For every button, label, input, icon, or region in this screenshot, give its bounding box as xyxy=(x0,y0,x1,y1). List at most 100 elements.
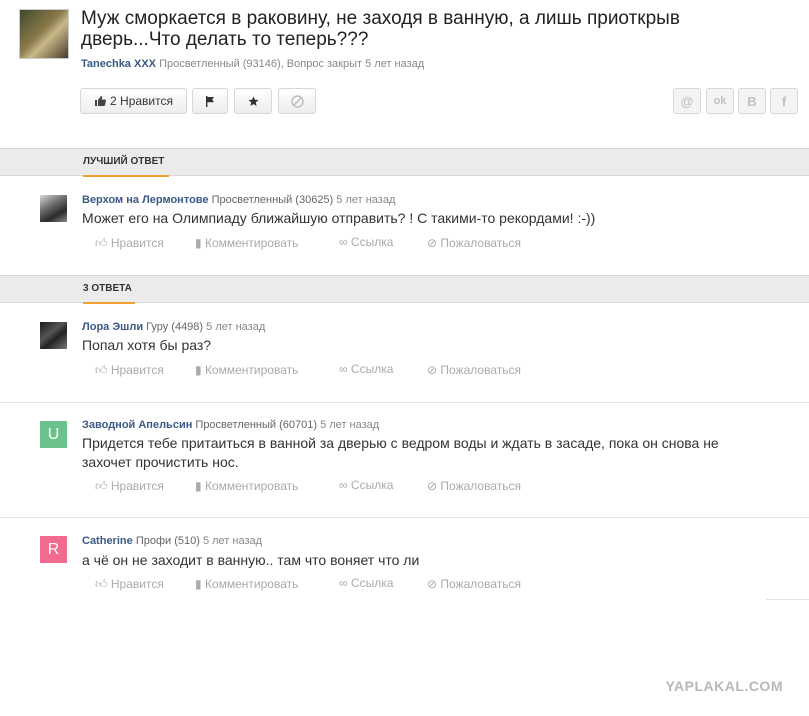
link-action-label: Ссылка xyxy=(350,478,394,492)
thumbs-up-icon: 👍︎ xyxy=(95,577,108,591)
report-icon: ⊘ xyxy=(427,577,438,591)
favorite-button[interactable] xyxy=(234,88,272,114)
answer-divider xyxy=(766,599,809,600)
section-accent-underline xyxy=(83,302,135,304)
like-button-label: 2 Нравится xyxy=(110,94,173,108)
question-author-meta: Просветленный (93146), Вопрос закрыт 5 л… xyxy=(159,58,425,70)
comment-action-label: Комментировать xyxy=(204,363,299,377)
answer-author-link[interactable]: Лора Эшли xyxy=(82,321,143,333)
link-action-label: Ссылка xyxy=(350,362,394,376)
link-action-label: Ссылка xyxy=(350,576,394,590)
comment-icon: ▮ xyxy=(195,479,202,493)
best-answer-meta: Верхом на Лермонтове Просветленный (3062… xyxy=(82,194,395,206)
comment-action[interactable]: ▮ Комментировать xyxy=(195,363,298,377)
question-author-avatar[interactable] xyxy=(19,9,69,59)
thumbs-up-icon xyxy=(94,95,106,107)
comment-icon: ▮ xyxy=(195,363,202,377)
link-icon: ∞ xyxy=(339,235,348,249)
link-icon: ∞ xyxy=(339,362,348,376)
report-action-label: Пожаловаться xyxy=(440,363,521,377)
best-answer-avatar[interactable] xyxy=(40,195,67,222)
answer-rank: Профи (510) xyxy=(135,535,200,547)
comment-action-label: Комментировать xyxy=(204,577,299,591)
best-answer-section-bar: ЛУЧШИЙ ОТВЕТ xyxy=(0,148,809,177)
share-facebook-button[interactable]: f xyxy=(770,88,798,114)
thumbs-up-icon: 👍︎ xyxy=(95,236,108,250)
comment-icon: ▮ xyxy=(195,236,202,250)
link-action-label: Ссылка xyxy=(350,235,394,249)
comment-icon: ▮ xyxy=(195,577,202,591)
like-action-label: Нравится xyxy=(110,577,164,591)
answer-meta: Лора Эшли Гуру (4498) 5 лет назад xyxy=(82,321,265,333)
best-answer-text: Может его на Олимпиаду ближайшую отправи… xyxy=(82,210,596,226)
report-action[interactable]: ⊘ Пожаловаться xyxy=(427,479,521,493)
facebook-icon: f xyxy=(781,93,787,109)
comment-action[interactable]: ▮ Комментировать xyxy=(195,479,298,493)
answer-avatar[interactable]: R xyxy=(40,536,67,563)
best-answer-heading: ЛУЧШИЙ ОТВЕТ xyxy=(83,156,165,167)
report-action-label: Пожаловаться xyxy=(440,236,521,250)
like-action[interactable]: 👍︎ Нравится xyxy=(95,479,164,494)
answer-divider xyxy=(0,517,809,518)
best-answer-author-link[interactable]: Верхом на Лермонтове xyxy=(82,194,209,206)
watermark-logo: YAPLAKAL.COM xyxy=(665,678,783,694)
answer-avatar[interactable] xyxy=(40,322,67,349)
report-action[interactable]: ⊘ Пожаловаться xyxy=(427,236,521,250)
answer-rank: Просветленный (60701) xyxy=(195,419,318,431)
report-icon: ⊘ xyxy=(427,236,438,250)
answers-heading: 3 ОТВЕТА xyxy=(83,283,132,294)
report-action[interactable]: ⊘ Пожаловаться xyxy=(427,363,521,377)
link-action[interactable]: ∞ Ссылка xyxy=(339,478,393,492)
share-mail-button[interactable]: @ xyxy=(673,88,701,114)
like-action-label: Нравится xyxy=(110,479,164,493)
flag-button[interactable] xyxy=(192,88,228,114)
report-action[interactable]: ⊘ Пожаловаться xyxy=(427,577,521,591)
report-icon: ⊘ xyxy=(427,363,438,377)
answer-meta: Catherine Профи (510) 5 лет назад xyxy=(82,535,262,547)
share-odnoklassniki-button[interactable]: ok xyxy=(706,88,734,114)
comment-action-label: Комментировать xyxy=(204,236,299,250)
section-accent-underline xyxy=(83,175,169,177)
question-author-link[interactable]: Tanechka XXX xyxy=(81,58,156,70)
comment-action[interactable]: ▮ Комментировать xyxy=(195,236,298,250)
answer-avatar[interactable]: U xyxy=(40,421,67,448)
like-action-label: Нравится xyxy=(110,363,164,377)
like-action[interactable]: 👍︎ Нравится xyxy=(95,236,164,251)
comment-action[interactable]: ▮ Комментировать xyxy=(195,577,298,591)
answer-time: 5 лет назад xyxy=(320,419,380,431)
report-action-label: Пожаловаться xyxy=(440,577,521,591)
link-action[interactable]: ∞ Ссылка xyxy=(339,235,393,249)
answer-author-link[interactable]: Заводной Апельсин xyxy=(82,419,192,431)
answer-text: Придется тебе притаиться в ванной за две… xyxy=(82,435,719,470)
thumbs-up-icon: 👍︎ xyxy=(95,363,108,377)
answer-meta: Заводной Апельсин Просветленный (60701) … xyxy=(82,419,379,431)
like-action[interactable]: 👍︎ Нравится xyxy=(95,577,164,592)
question-title: Муж сморкается в раковину, не заходя в в… xyxy=(81,8,680,50)
answers-section-bar: 3 ОТВЕТА xyxy=(0,275,809,304)
share-vk-button[interactable]: В xyxy=(738,88,766,114)
answer-text: Попал хотя бы раз? xyxy=(82,337,212,353)
answer-time: 5 лет назад xyxy=(206,321,266,333)
question-meta: Tanechka XXX Просветленный (93146), Вопр… xyxy=(81,58,424,70)
vk-icon: В xyxy=(747,93,757,109)
at-icon: @ xyxy=(680,93,694,109)
comment-action-label: Комментировать xyxy=(204,479,299,493)
report-action-label: Пожаловаться xyxy=(440,479,521,493)
link-action[interactable]: ∞ Ссылка xyxy=(339,362,393,376)
answer-text: а чё он не заходит в ванную.. там что во… xyxy=(82,552,420,568)
block-icon xyxy=(290,94,304,108)
like-action-label: Нравится xyxy=(110,236,164,250)
link-icon: ∞ xyxy=(339,576,348,590)
link-action[interactable]: ∞ Ссылка xyxy=(339,576,393,590)
best-answer-rank: Просветленный (30625) xyxy=(211,194,334,206)
flag-icon xyxy=(205,95,215,107)
like-button[interactable]: 2 Нравится xyxy=(80,88,187,114)
link-icon: ∞ xyxy=(339,478,348,492)
answer-rank: Гуру (4498) xyxy=(146,321,204,333)
star-icon xyxy=(247,95,259,107)
answer-author-link[interactable]: Catherine xyxy=(82,535,133,547)
block-button[interactable] xyxy=(278,88,316,114)
like-action[interactable]: 👍︎ Нравится xyxy=(95,363,164,378)
report-icon: ⊘ xyxy=(427,479,438,493)
odnoklassniki-icon: ok xyxy=(713,95,727,107)
